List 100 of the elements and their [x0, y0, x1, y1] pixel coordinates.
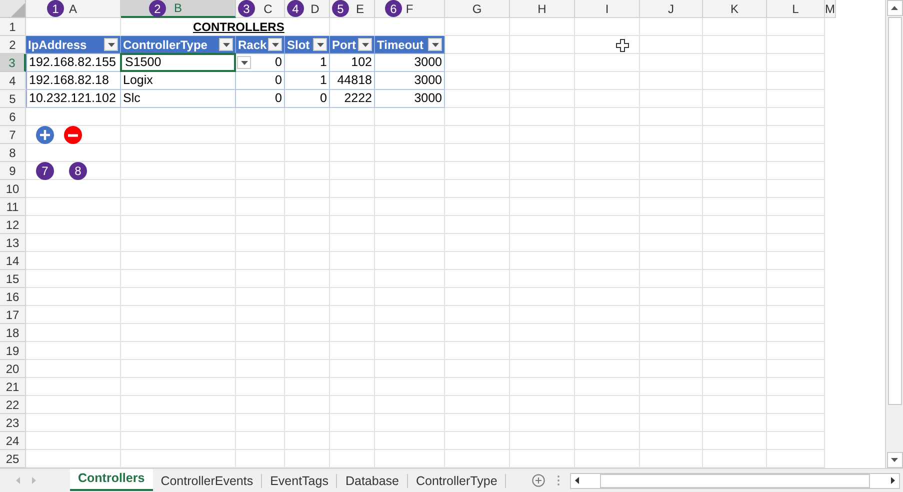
grid-cell[interactable] [640, 54, 703, 72]
grid-cell[interactable] [575, 378, 640, 396]
cell-dropdown-button[interactable] [237, 56, 251, 69]
grid-cell[interactable] [445, 396, 510, 414]
grid-cell[interactable] [575, 198, 640, 216]
grid-cell[interactable] [26, 288, 121, 306]
grid-cell[interactable] [26, 306, 121, 324]
column-header[interactable]: 3 C [236, 0, 285, 18]
row-header[interactable]: 21 [0, 378, 26, 396]
grid-cell[interactable] [703, 108, 767, 126]
grid-cell[interactable] [640, 378, 703, 396]
grid-cell[interactable] [285, 324, 330, 342]
grid-cell[interactable] [375, 396, 445, 414]
grid-cell[interactable] [330, 144, 375, 162]
grid-cell[interactable] [445, 108, 510, 126]
grid-cell[interactable] [510, 162, 575, 180]
grid-cell[interactable] [510, 432, 575, 450]
grid-cell[interactable] [445, 18, 510, 36]
grid-cell[interactable] [767, 432, 825, 450]
grid-cell[interactable] [575, 342, 640, 360]
grid-cell[interactable] [703, 360, 767, 378]
grid-cell[interactable] [445, 234, 510, 252]
grid-cell[interactable] [375, 144, 445, 162]
grid-cell[interactable] [575, 126, 640, 144]
right-arrow-icon[interactable] [891, 477, 896, 484]
grid-cell[interactable] [640, 108, 703, 126]
row-header[interactable]: 14 [0, 252, 26, 270]
grid-cell[interactable] [640, 432, 703, 450]
grid-cell[interactable] [121, 270, 236, 288]
grid-cell[interactable] [236, 108, 285, 126]
grid-cell[interactable] [121, 144, 236, 162]
grid-cell[interactable] [445, 414, 510, 432]
grid-cell[interactable] [767, 306, 825, 324]
grid-cell[interactable] [445, 288, 510, 306]
grid-cell[interactable] [236, 126, 285, 144]
grid-cell[interactable] [575, 18, 640, 36]
grid-cell[interactable] [375, 252, 445, 270]
grid-cell[interactable] [121, 288, 236, 306]
grid-cell[interactable] [575, 36, 640, 54]
grid-cell[interactable] [575, 360, 640, 378]
grid-cell[interactable] [640, 198, 703, 216]
grid-cell[interactable] [640, 18, 703, 36]
grid-cell[interactable] [330, 306, 375, 324]
column-header[interactable]: 5 E [330, 0, 375, 18]
sheet-tab[interactable]: ControllerType [408, 474, 506, 488]
grid-cell[interactable] [703, 54, 767, 72]
grid-cell[interactable] [767, 270, 825, 288]
grid-cell[interactable] [236, 252, 285, 270]
grid-cell[interactable] [703, 36, 767, 54]
grid-cell[interactable] [285, 126, 330, 144]
grid-cell[interactable] [510, 216, 575, 234]
grid-cell[interactable] [575, 108, 640, 126]
grid-cell[interactable] [510, 144, 575, 162]
grid-cell[interactable] [445, 54, 510, 72]
grid-cell[interactable] [510, 90, 575, 108]
grid-cell[interactable] [121, 216, 236, 234]
scroll-thumb[interactable] [888, 17, 902, 405]
grid-cell[interactable] [236, 324, 285, 342]
grid-cell[interactable] [236, 414, 285, 432]
grid-cell[interactable] [26, 252, 121, 270]
grid-cell[interactable] [121, 396, 236, 414]
grid-cell[interactable] [640, 180, 703, 198]
filter-button[interactable] [428, 38, 442, 51]
grid-cell[interactable] [236, 180, 285, 198]
grid-cell[interactable] [445, 378, 510, 396]
vertical-scrollbar[interactable] [885, 0, 903, 468]
grid-cell[interactable] [767, 72, 825, 90]
grid-cell[interactable] [510, 108, 575, 126]
grid-cell[interactable] [375, 324, 445, 342]
grid-cell[interactable] [285, 144, 330, 162]
column-header[interactable]: 1 A [26, 0, 121, 18]
grid-cell[interactable] [375, 306, 445, 324]
grid-cell[interactable] [26, 270, 121, 288]
row-header[interactable]: 13 [0, 234, 26, 252]
grid-cell[interactable] [703, 198, 767, 216]
grid-cell[interactable] [330, 396, 375, 414]
grid-cell[interactable] [703, 288, 767, 306]
grid-cell[interactable] [510, 270, 575, 288]
grid-cell[interactable] [575, 72, 640, 90]
grid-cell[interactable] [703, 342, 767, 360]
grid-cell[interactable] [767, 342, 825, 360]
grid-cell[interactable] [640, 360, 703, 378]
column-header[interactable]: J [640, 0, 703, 18]
grid-cell[interactable] [26, 432, 121, 450]
grid-cell[interactable] [26, 396, 121, 414]
filter-button[interactable] [104, 38, 118, 51]
grid-cell[interactable] [121, 162, 236, 180]
row-header[interactable]: 12 [0, 216, 26, 234]
grid-cell[interactable] [510, 306, 575, 324]
grid-cell[interactable] [767, 288, 825, 306]
grid-cell[interactable] [375, 432, 445, 450]
grid-cell[interactable] [121, 252, 236, 270]
column-header[interactable]: L [767, 0, 825, 18]
grid-cell[interactable] [510, 342, 575, 360]
row-header[interactable]: 22 [0, 396, 26, 414]
grid-cell[interactable] [703, 216, 767, 234]
grid-cell[interactable] [575, 396, 640, 414]
grid-cell[interactable] [445, 72, 510, 90]
grid-cell[interactable] [640, 162, 703, 180]
row-header[interactable]: 7 [0, 126, 26, 144]
